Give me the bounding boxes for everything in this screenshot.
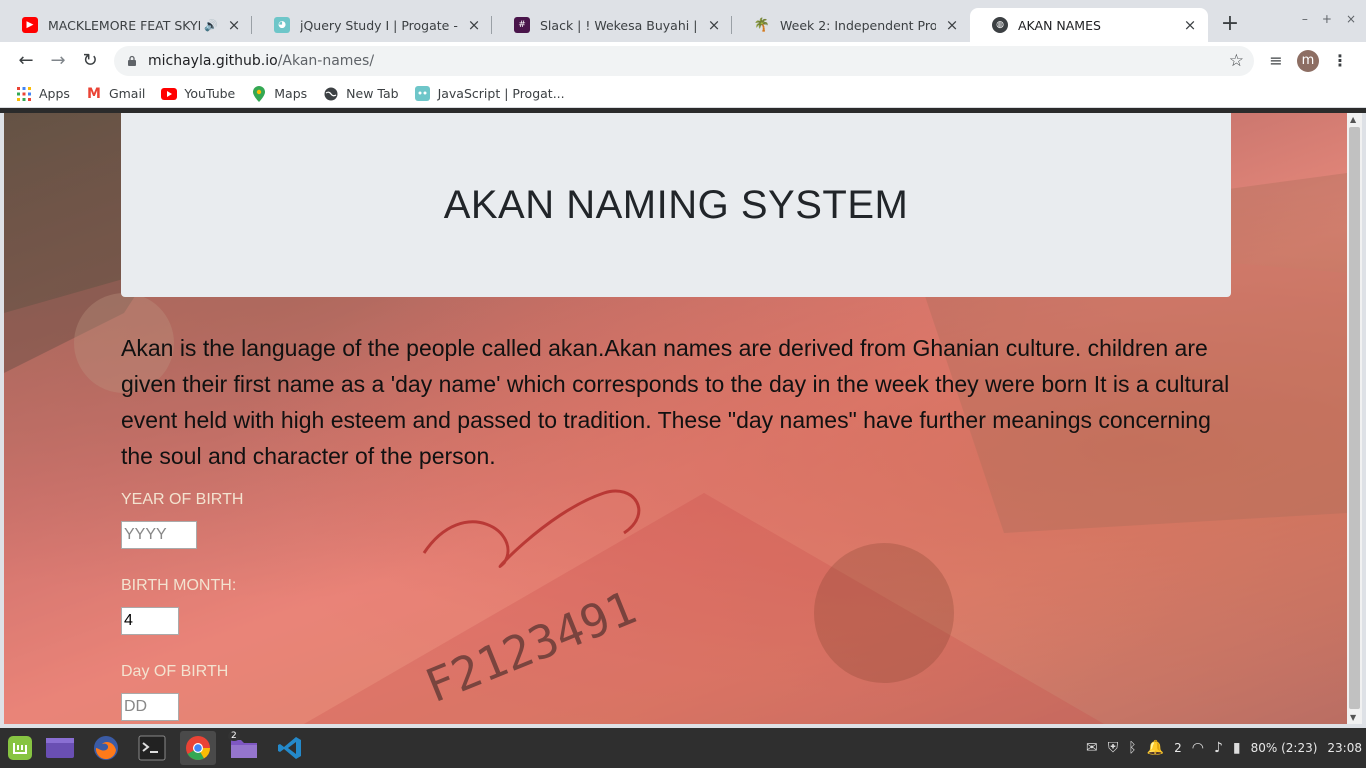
page-viewport: F2123491 AKAN NAMING SYSTEM Akan is the … [4, 113, 1347, 724]
bookmark-star-icon[interactable]: ☆ [1229, 51, 1244, 71]
browser-toolbar: ← → ↻ michayla.github.io/Akan-names/ ☆ ≡… [0, 42, 1366, 80]
tab-jquery-progate[interactable]: ◕ jQuery Study I | Progate - Learn × [252, 8, 492, 42]
scrollbar-thumb[interactable] [1349, 127, 1360, 709]
close-icon[interactable]: × [466, 17, 482, 33]
bookmark-label: New Tab [346, 86, 399, 101]
birth-month-label: BIRTH MONTH: [121, 577, 237, 594]
speaker-icon[interactable]: 🔊 [204, 19, 218, 32]
progate-icon: ◕ [274, 17, 290, 33]
globe-icon: ◍ [992, 17, 1008, 33]
new-tab-button[interactable]: + [1218, 12, 1242, 36]
page-scrollbar[interactable]: ▲ ▼ [1347, 113, 1362, 724]
forward-arrow-icon[interactable]: → [46, 49, 70, 73]
wifi-icon[interactable]: ◠ [1192, 740, 1204, 756]
youtube-icon [161, 86, 178, 102]
bluetooth-icon[interactable]: ᛒ [1128, 740, 1136, 756]
scroll-down-arrow-icon[interactable]: ▼ [1350, 713, 1356, 722]
progate-icon [415, 86, 431, 102]
window-border [1362, 113, 1366, 724]
year-of-birth-input[interactable] [121, 521, 197, 549]
bookmark-label: Maps [274, 86, 308, 101]
chrome-icon[interactable] [180, 731, 216, 765]
bookmarks-bar: Apps M Gmail YouTube Maps New Tab JavaSc… [0, 80, 1366, 108]
tab-slack[interactable]: # Slack | ! Wekesa Buyahi | Mori × [492, 8, 732, 42]
media-control-icon[interactable]: ≡ [1264, 49, 1288, 73]
clock[interactable]: 23:08 [1327, 741, 1362, 755]
close-icon[interactable]: × [706, 17, 722, 33]
tab-strip: ▶ MACKLEMORE FEAT SKYLA 🔊 × ◕ jQuery Stu… [0, 0, 1366, 42]
tab-akan-names[interactable]: ◍ AKAN NAMES × [970, 8, 1208, 42]
intro-paragraph: Akan is the language of the people calle… [121, 335, 1230, 469]
day-of-birth-input[interactable] [121, 693, 179, 721]
bookmark-maps[interactable]: Maps [251, 85, 308, 102]
update-shield-icon[interactable]: ⛨ [1108, 740, 1119, 756]
slack-icon: # [514, 17, 530, 33]
bookmark-label: Gmail [108, 86, 146, 101]
profile-avatar[interactable]: m [1297, 50, 1319, 72]
system-taskbar: 2 ✉ ⛨ ᛒ 🔔 2 ◠ ♪ ▮ 80% (2:23) 23:08 [0, 728, 1366, 768]
files-icon[interactable]: 2 [226, 731, 262, 765]
gmail-icon: M [86, 85, 101, 102]
url-path: /Akan-names/ [277, 53, 375, 69]
minimize-icon[interactable]: – [1302, 12, 1308, 26]
notification-count: 2 [1174, 741, 1182, 755]
back-arrow-icon[interactable]: ← [14, 49, 38, 73]
palm-tree-icon: 🌴 [753, 17, 771, 33]
tab-youtube[interactable]: ▶ MACKLEMORE FEAT SKYLA 🔊 × [0, 8, 252, 42]
bookmark-javascript-progate[interactable]: JavaScript | Progat... [415, 86, 565, 102]
bookmark-youtube[interactable]: YouTube [161, 86, 235, 102]
battery-status: 80% (2:23) [1250, 741, 1318, 755]
globe-icon [323, 86, 339, 102]
mint-menu-icon[interactable] [2, 731, 38, 765]
bookmark-label: Apps [39, 86, 70, 101]
tab-title: Slack | ! Wekesa Buyahi | Mori [540, 17, 698, 33]
bookmark-new-tab[interactable]: New Tab [323, 86, 399, 102]
tab-title: MACKLEMORE FEAT SKYLA [48, 17, 201, 33]
battery-icon[interactable]: ▮ [1233, 740, 1241, 756]
notifications-icon[interactable]: 🔔 [1147, 740, 1164, 756]
page-title: AKAN NAMING SYSTEM [443, 182, 909, 227]
apps-grid-icon [16, 86, 32, 102]
day-of-birth-label: Day OF BIRTH [121, 663, 229, 680]
firefox-icon[interactable] [88, 731, 124, 765]
close-window-icon[interactable]: × [1346, 12, 1356, 26]
close-icon[interactable]: × [226, 17, 242, 33]
address-bar[interactable]: michayla.github.io/Akan-names/ ☆ [114, 46, 1254, 76]
system-tray: ✉ ⛨ ᛒ 🔔 2 ◠ ♪ ▮ 80% (2:23) 23:08 [1086, 728, 1362, 768]
tab-week2-project[interactable]: 🌴 Week 2: Independent Project × [732, 8, 970, 42]
youtube-icon: ▶ [22, 17, 38, 33]
tab-title: Week 2: Independent Project [780, 17, 936, 33]
workspace-icon[interactable] [42, 731, 78, 765]
window-controls: – + × [1302, 12, 1356, 26]
close-icon[interactable]: × [944, 17, 960, 33]
url-host: michayla.github.io [148, 53, 278, 69]
page-header-jumbotron: AKAN NAMING SYSTEM [121, 113, 1231, 297]
close-icon[interactable]: × [1182, 17, 1198, 33]
tab-title: jQuery Study I | Progate - Learn [300, 17, 458, 33]
maximize-icon[interactable]: + [1322, 12, 1332, 26]
bookmark-gmail[interactable]: M Gmail [86, 86, 145, 102]
bookmark-label: YouTube [184, 86, 236, 101]
files-badge: 2 [228, 731, 240, 741]
lock-icon [128, 55, 136, 66]
bookmark-label: JavaScript | Progat... [437, 86, 565, 101]
bookmark-apps[interactable]: Apps [16, 86, 70, 102]
reload-icon[interactable]: ↻ [78, 49, 102, 73]
mail-icon[interactable]: ✉ [1086, 740, 1098, 756]
terminal-icon[interactable] [134, 731, 170, 765]
year-of-birth-label: YEAR OF BIRTH [121, 491, 244, 508]
scroll-up-arrow-icon[interactable]: ▲ [1350, 115, 1356, 124]
menu-kebab-icon[interactable]: ⋮ [1328, 49, 1352, 73]
volume-icon[interactable]: ♪ [1214, 740, 1223, 756]
vscode-icon[interactable] [272, 731, 308, 765]
birth-month-input[interactable] [121, 607, 179, 635]
tab-title: AKAN NAMES [1018, 17, 1101, 33]
maps-icon [251, 85, 267, 102]
